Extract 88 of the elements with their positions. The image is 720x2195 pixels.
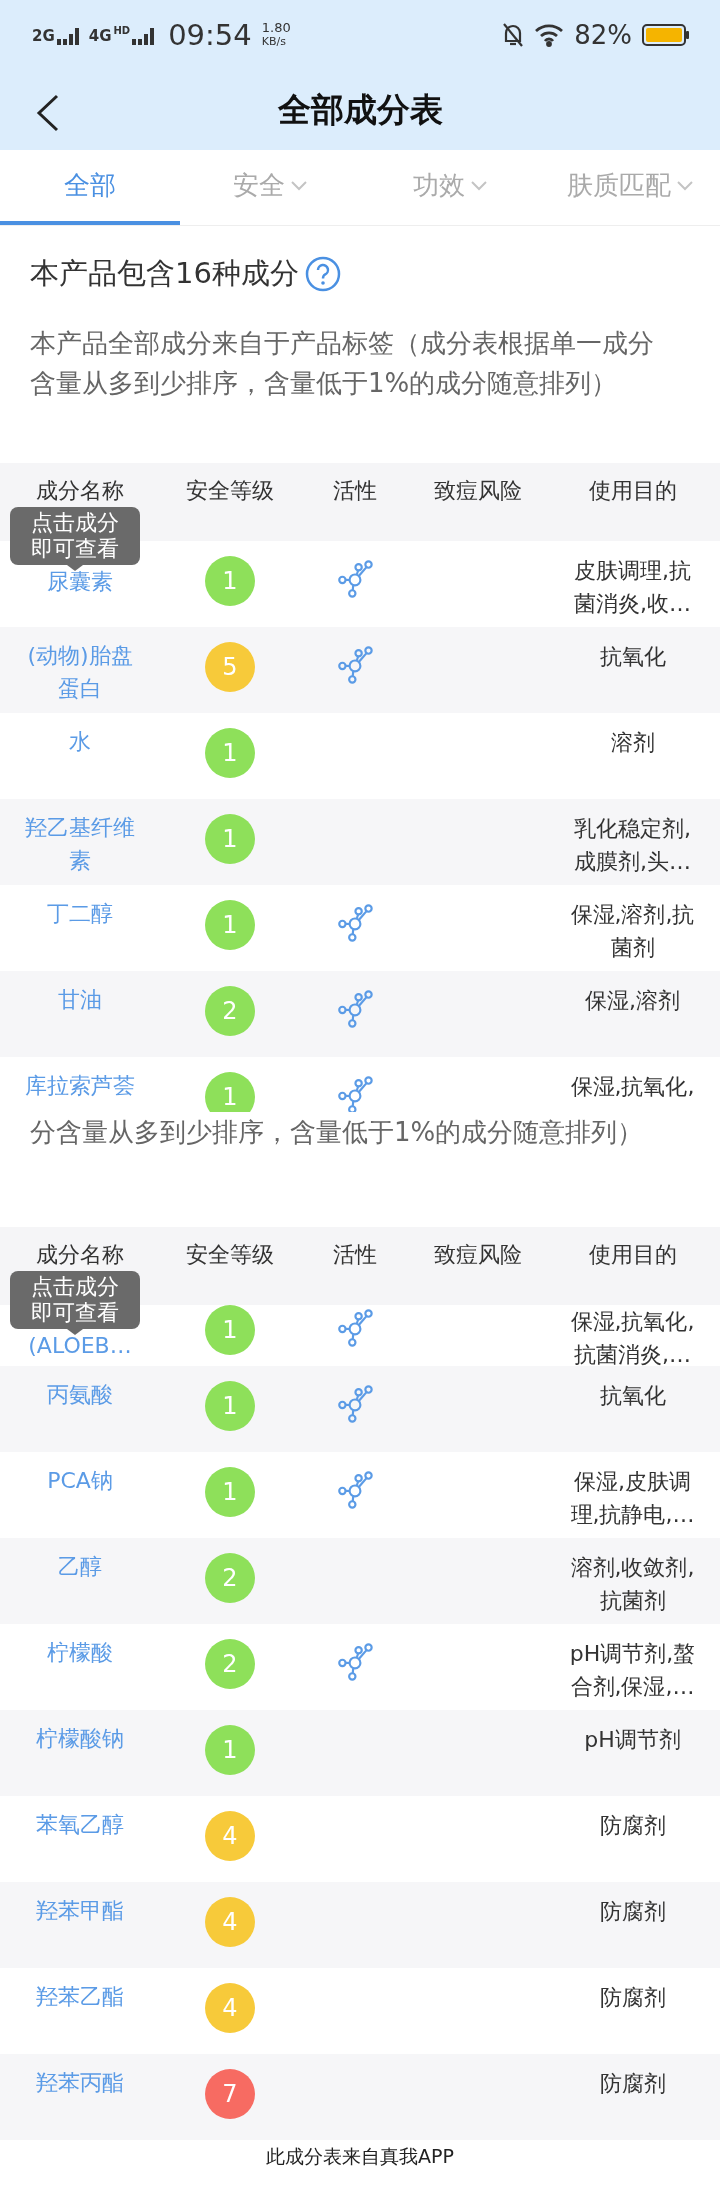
- ingredient-name-link[interactable]: 柠檬酸钠: [20, 1722, 140, 1755]
- ingredient-name-link[interactable]: (ALOEB…: [20, 1329, 140, 1362]
- clock-time: 09:54: [168, 18, 252, 52]
- signal-icon: [132, 25, 155, 45]
- column-header: 活性: [332, 1241, 378, 1269]
- safety-grade-badge: 7: [205, 2069, 255, 2119]
- purpose-text: 保湿,抗氧化,抗菌消炎,…: [569, 1308, 696, 1366]
- purpose-text: 防腐剂: [598, 1898, 667, 1926]
- speed-unit: KB/s: [261, 35, 287, 49]
- tooltip: 点击成分即可查看: [10, 507, 140, 565]
- column-header: 活性: [332, 477, 378, 505]
- ingredient-name-link[interactable]: 苯氧乙醇: [20, 1808, 140, 1841]
- safety-grade-badge: 4: [205, 1811, 255, 1861]
- purpose-text: pH调节剂,螯合剂,保湿,…: [568, 1640, 697, 1701]
- column-header: 成分名称: [35, 477, 125, 505]
- purpose-text: 保湿,抗氧化,: [569, 1073, 696, 1101]
- ingredient-name-link[interactable]: PCA钠: [20, 1464, 140, 1497]
- filter-tab[interactable]: 肤质匹配: [540, 150, 720, 225]
- safety-grade-badge: 2: [205, 1639, 255, 1689]
- column-header: 成分名称: [35, 1241, 125, 1269]
- column-header: 致痘风险: [432, 1241, 523, 1269]
- column-header: 安全等级: [185, 477, 275, 505]
- tooltip: 点击成分即可查看: [10, 1271, 140, 1329]
- purpose-text: 乳化稳定剂,成膜剂,头…: [573, 815, 692, 876]
- ingredient-name-link[interactable]: 甘油: [20, 983, 140, 1016]
- purpose-text: 抗氧化: [598, 643, 667, 671]
- purpose-text: 溶剂: [609, 729, 656, 757]
- purpose-text: 保湿,溶剂: [584, 987, 681, 1015]
- ingredient-name-link[interactable]: 羟乙基纤维素: [20, 811, 140, 877]
- network-label: 2G: [32, 27, 55, 45]
- column-header: 使用目的: [587, 477, 678, 505]
- column-header: 使用目的: [587, 1241, 678, 1269]
- purpose-text: 防腐剂: [598, 1984, 667, 2012]
- ingredient-name-link[interactable]: 羟苯乙酯: [20, 1980, 140, 2013]
- safety-grade-badge: 1: [205, 900, 255, 950]
- note-text: 本产品全部成分来自于产品标签（成分表根据单一成分含量从多到少排序，含量低于1%的成分随意排列）: [29, 327, 655, 400]
- purpose-text: 抗氧化: [598, 1382, 667, 1410]
- note-text: 分含量从多到少排序，含量低于1%的成分随意排列）: [29, 1116, 645, 1149]
- page-title: 全部成分表: [277, 88, 443, 131]
- help-icon[interactable]: [304, 255, 341, 292]
- ingredient-name-link[interactable]: 羟苯丙酯: [20, 2066, 140, 2099]
- signal-icon: [56, 25, 79, 45]
- safety-grade-badge: 1: [205, 814, 255, 864]
- purpose-text: 保湿,溶剂,抗菌剂: [569, 901, 696, 962]
- safety-grade-badge: 1: [205, 1381, 255, 1431]
- filter-tab[interactable]: 全部: [0, 150, 180, 225]
- column-header: 安全等级: [185, 1241, 275, 1269]
- ingredient-name-link[interactable]: 库拉索芦荟: [20, 1069, 140, 1102]
- safety-grade-badge: 2: [205, 1553, 255, 1603]
- safety-grade-badge: 1: [205, 1467, 255, 1517]
- tooltip-pointer: [67, 1329, 83, 1335]
- column-header: 致痘风险: [432, 477, 523, 505]
- hd-label: HD: [113, 25, 131, 36]
- safety-grade-badge: 1: [205, 1725, 255, 1775]
- tooltip-pointer: [67, 565, 83, 571]
- purpose-text: 防腐剂: [598, 1812, 667, 1840]
- safety-grade-badge: 1: [205, 1072, 255, 1112]
- safety-grade-badge: 4: [205, 1983, 255, 2033]
- safety-grade-badge: 5: [205, 642, 255, 692]
- wifi-icon: [534, 23, 565, 47]
- purpose-text: 溶剂,收敛剂,抗菌剂: [569, 1554, 696, 1615]
- ingredient-name-link[interactable]: 丙氨酸: [20, 1378, 140, 1411]
- safety-grade-badge: 1: [205, 728, 255, 778]
- safety-grade-badge: 4: [205, 1897, 255, 1947]
- footer-text: 此成分表来自真我APP: [265, 2144, 455, 2169]
- ingredient-name-link[interactable]: 乙醇: [20, 1550, 140, 1583]
- purpose-text: 保湿,皮肤调理,抗静电,…: [569, 1468, 696, 1529]
- network-label: 4G: [88, 27, 112, 45]
- back-icon[interactable]: [36, 94, 60, 132]
- filter-tab[interactable]: 安全: [180, 150, 360, 225]
- speed-value: 1.80: [261, 21, 291, 35]
- bell-off-icon: [502, 22, 525, 48]
- purpose-text: 皮肤调理,抗菌消炎,收…: [573, 557, 692, 618]
- purpose-text: pH调节剂: [583, 1726, 682, 1754]
- safety-grade-badge: 2: [205, 986, 255, 1036]
- battery-percent: 82%: [574, 20, 632, 50]
- ingredient-name-link[interactable]: 柠檬酸: [20, 1636, 140, 1669]
- ingredient-name-link[interactable]: (动物)胎盘蛋白: [20, 639, 140, 705]
- ingredient-name-link[interactable]: 羟苯甲酯: [20, 1894, 140, 1927]
- filter-tab[interactable]: 功效: [360, 150, 540, 225]
- safety-grade-badge: 1: [205, 556, 255, 606]
- ingredient-name-link[interactable]: 丁二醇: [20, 897, 140, 930]
- ingredient-count-title: 本产品包含16种成分: [30, 254, 299, 292]
- safety-grade-badge: 1: [205, 1305, 255, 1355]
- purpose-text: 防腐剂: [598, 2070, 667, 2098]
- ingredient-name-link[interactable]: 尿囊素: [20, 565, 140, 598]
- ingredient-name-link[interactable]: 水: [20, 725, 140, 758]
- battery-icon: [642, 24, 690, 46]
